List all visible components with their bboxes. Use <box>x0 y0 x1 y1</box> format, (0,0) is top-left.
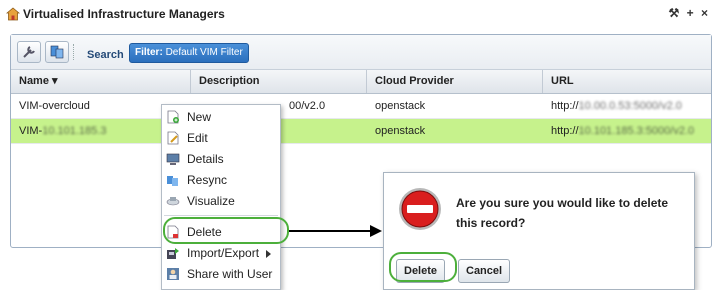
menu-item-label: New <box>187 110 212 124</box>
menu-item-import-export[interactable]: Import/Export <box>162 243 280 264</box>
menu-item-new[interactable]: New <box>162 107 280 128</box>
url-host: 10.00.0.53:5000/v2.0 <box>578 100 682 112</box>
home-icon <box>6 7 20 21</box>
toolbar: Search Filter: Default VIM Filter <box>11 35 711 70</box>
toolbar-divider <box>73 44 76 60</box>
delete-button-highlight <box>389 252 457 282</box>
annotation-arrow-line <box>289 230 373 232</box>
dialog-message: Are you sure you would like to delete th… <box>456 196 669 230</box>
column-header-description[interactable]: Description <box>191 70 367 93</box>
menu-item-label: Resync <box>187 173 228 187</box>
tools-button[interactable] <box>17 41 41 63</box>
column-header-url[interactable]: URL <box>543 70 711 93</box>
title-bar: Virtualised Infrastructure Managers ⚒ + … <box>0 0 716 28</box>
window-controls[interactable]: ⚒ + × <box>669 6 710 20</box>
import-export-icon <box>167 248 179 259</box>
resync-icon <box>167 176 178 186</box>
filter-button[interactable]: Filter: Default VIM Filter <box>129 43 249 63</box>
stop-icon <box>399 188 441 230</box>
menu-item-resync[interactable]: Resync <box>162 170 280 191</box>
cell-cloud-provider: openstack <box>375 100 426 112</box>
menu-item-label: Edit <box>187 131 208 145</box>
vim-action-button[interactable] <box>45 41 69 63</box>
menu-item-label: Import/Export <box>187 246 260 260</box>
name-host: 10.101.185.3 <box>42 125 107 137</box>
url-prefix: http:// <box>551 125 579 137</box>
menu-item-share-with-user[interactable]: Share with User <box>162 264 280 285</box>
server-icon <box>50 45 64 59</box>
delete-menu-highlight <box>163 217 289 244</box>
grid-header: Name ▾ Description Cloud Provider URL <box>11 70 711 94</box>
submenu-arrow-icon <box>266 250 271 258</box>
edit-doc-icon <box>167 131 179 145</box>
wrench-icon <box>23 46 35 58</box>
share-user-icon <box>167 268 179 280</box>
menu-divider <box>164 215 278 216</box>
details-icon <box>166 153 180 165</box>
menu-item-label: Visualize <box>187 194 235 208</box>
new-doc-icon <box>167 110 179 124</box>
filter-prefix: Filter: <box>135 47 163 58</box>
column-header-cloud-provider[interactable]: Cloud Provider <box>367 70 543 93</box>
name-prefix: VIM- <box>19 125 43 137</box>
menu-item-visualize[interactable]: Visualize <box>162 191 280 212</box>
cell-url: http://10.101.185.3:5000/v2.0 <box>543 119 711 143</box>
context-menu: New Edit Details Resync Visualize Delete… <box>161 104 281 290</box>
filter-value: Default VIM Filter <box>165 47 243 58</box>
cell-url: http://10.00.0.53:5000/v2.0 <box>543 94 711 118</box>
url-prefix: http:// <box>551 100 579 112</box>
menu-item-details[interactable]: Details <box>162 149 280 170</box>
page-title: Virtualised Infrastructure Managers <box>23 7 225 21</box>
menu-item-label: Details <box>187 152 224 166</box>
menu-item-label: Share with User <box>187 267 273 281</box>
search-link[interactable]: Search <box>87 49 124 61</box>
cell-description: 00/v2.0 <box>289 100 326 112</box>
visualize-icon <box>166 197 180 206</box>
menu-item-edit[interactable]: Edit <box>162 128 280 149</box>
table-row-selected[interactable]: VIM-10.101.185.3 openstack http://10.101… <box>11 119 711 144</box>
table-row[interactable]: VIM-overcloud 00/v2.0 openstack http://1… <box>11 94 711 119</box>
annotation-arrow-head <box>370 225 382 237</box>
dialog-cancel-button[interactable]: Cancel <box>458 259 511 283</box>
cell-cloud-provider: openstack <box>375 125 426 137</box>
url-host: 10.101.185.3:5000/v2.0 <box>578 125 695 137</box>
column-header-name[interactable]: Name ▾ <box>11 70 191 93</box>
